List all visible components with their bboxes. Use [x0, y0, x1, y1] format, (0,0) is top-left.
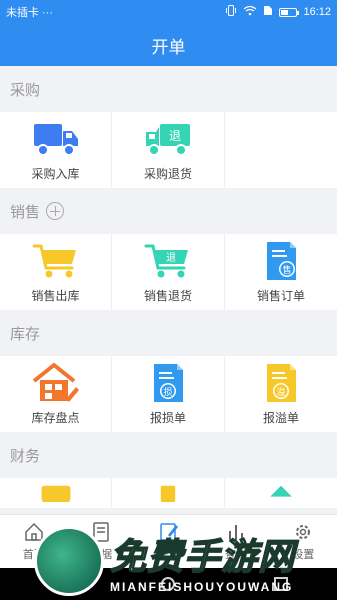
truck-return-icon: 退 [144, 119, 192, 159]
tab-label: 单据 [90, 549, 113, 561]
finance-icon [160, 485, 176, 502]
sim-icon [263, 5, 273, 19]
loss-glyph: 损 [163, 386, 172, 397]
return-glyph: 退 [166, 252, 176, 264]
carrier-text: 未插卡 ··· [6, 7, 54, 19]
finance-item-2[interactable] [112, 478, 225, 508]
finance-icon [41, 485, 70, 502]
sales-out-button[interactable]: 销售出库 [0, 234, 112, 310]
stock-count-button[interactable]: 库存盘点 [0, 356, 112, 432]
finance-item-1[interactable] [0, 478, 112, 508]
sales-order-doc-icon: 售 [257, 241, 305, 281]
tab-settings[interactable]: 设置 [270, 515, 337, 568]
chart-icon [228, 525, 243, 540]
wifi-icon [243, 5, 257, 19]
loss-report-label: 报损单 [149, 411, 186, 425]
sales-out-label: 销售出库 [31, 289, 80, 303]
tab-label: 设置 [292, 549, 315, 561]
page-title: 开单 [151, 37, 186, 57]
order-glyph: 售 [282, 264, 291, 275]
overflow-report-button[interactable]: 溢 报溢单 [225, 356, 337, 432]
system-nav-bar [0, 568, 337, 600]
add-circle-icon[interactable] [46, 202, 65, 220]
home-icon [24, 522, 43, 541]
cart-icon [32, 241, 80, 281]
section-header-inventory: 库存 [0, 310, 337, 356]
truck-icon [32, 119, 80, 159]
tab-home[interactable]: 首页 [0, 515, 67, 568]
purchase-return-button[interactable]: 退 采购退货 [112, 112, 225, 188]
cart-return-icon: 退 [144, 241, 192, 281]
loss-report-button[interactable]: 损 报损单 [112, 356, 225, 432]
sales-grid: 销售出库 退 销售退货 售 销售订单 [0, 234, 337, 310]
purchase-return-label: 采购退货 [143, 167, 192, 181]
recents-nav-icon[interactable] [273, 577, 288, 591]
battery-icon [279, 7, 300, 17]
purchase-in-button[interactable]: 采购入库 [0, 112, 112, 188]
section-header-purchase: 采购 [0, 66, 337, 112]
status-bar: 未插卡 ··· 16:12 [0, 0, 337, 24]
gear-icon [296, 525, 311, 539]
sales-order-label: 销售订单 [256, 289, 305, 303]
home-nav-icon[interactable] [160, 577, 175, 591]
section-header-finance: 财务 [0, 432, 337, 478]
vibrate-icon [225, 5, 237, 19]
inventory-grid: 库存盘点 损 报损单 溢 报溢单 [0, 356, 337, 432]
return-glyph: 退 [169, 129, 181, 143]
finance-icon [270, 485, 292, 497]
sales-return-label: 销售退货 [143, 289, 192, 303]
section-title: 财务 [10, 447, 41, 465]
purchase-grid: 采购入库 退 采购退货 [0, 112, 337, 188]
overflow-report-doc-icon: 溢 [257, 363, 305, 403]
section-header-sales: 销售 [0, 188, 337, 234]
section-title: 库存 [10, 325, 41, 343]
sales-order-button[interactable]: 售 销售订单 [225, 234, 337, 310]
overflow-glyph: 溢 [276, 386, 285, 397]
loss-report-doc-icon: 损 [144, 363, 192, 403]
finance-grid [0, 478, 337, 508]
page-title-bar: 开单 [0, 24, 337, 66]
tab-query[interactable]: 查询 [202, 515, 269, 568]
clock-text: 16:12 [303, 6, 331, 18]
edit-icon [159, 523, 178, 541]
tab-label: 开单 [157, 549, 180, 561]
section-title: 采购 [10, 81, 41, 99]
tab-label: 查询 [224, 549, 247, 561]
sales-return-button[interactable]: 退 销售退货 [112, 234, 225, 310]
purchase-in-label: 采购入库 [31, 167, 80, 181]
stock-count-label: 库存盘点 [31, 411, 80, 425]
empty-cell [225, 112, 337, 188]
warehouse-icon [32, 363, 80, 403]
section-title: 销售 [10, 203, 41, 221]
tab-documents[interactable]: 单据 [67, 515, 134, 568]
tab-label: 首页 [22, 549, 45, 561]
tab-create-order[interactable]: 开单 [135, 515, 202, 568]
back-nav-icon[interactable] [49, 577, 62, 591]
finance-item-3[interactable] [225, 478, 337, 508]
document-icon [93, 522, 109, 542]
bottom-tab-bar: 首页 单据 开单 查询 设置 [0, 514, 337, 568]
content-area: 采购 采购入库 退 采购退货 销售 销售出库 退 销售退货 售 销售订单 库存 … [0, 66, 337, 514]
overflow-report-label: 报溢单 [262, 411, 299, 425]
